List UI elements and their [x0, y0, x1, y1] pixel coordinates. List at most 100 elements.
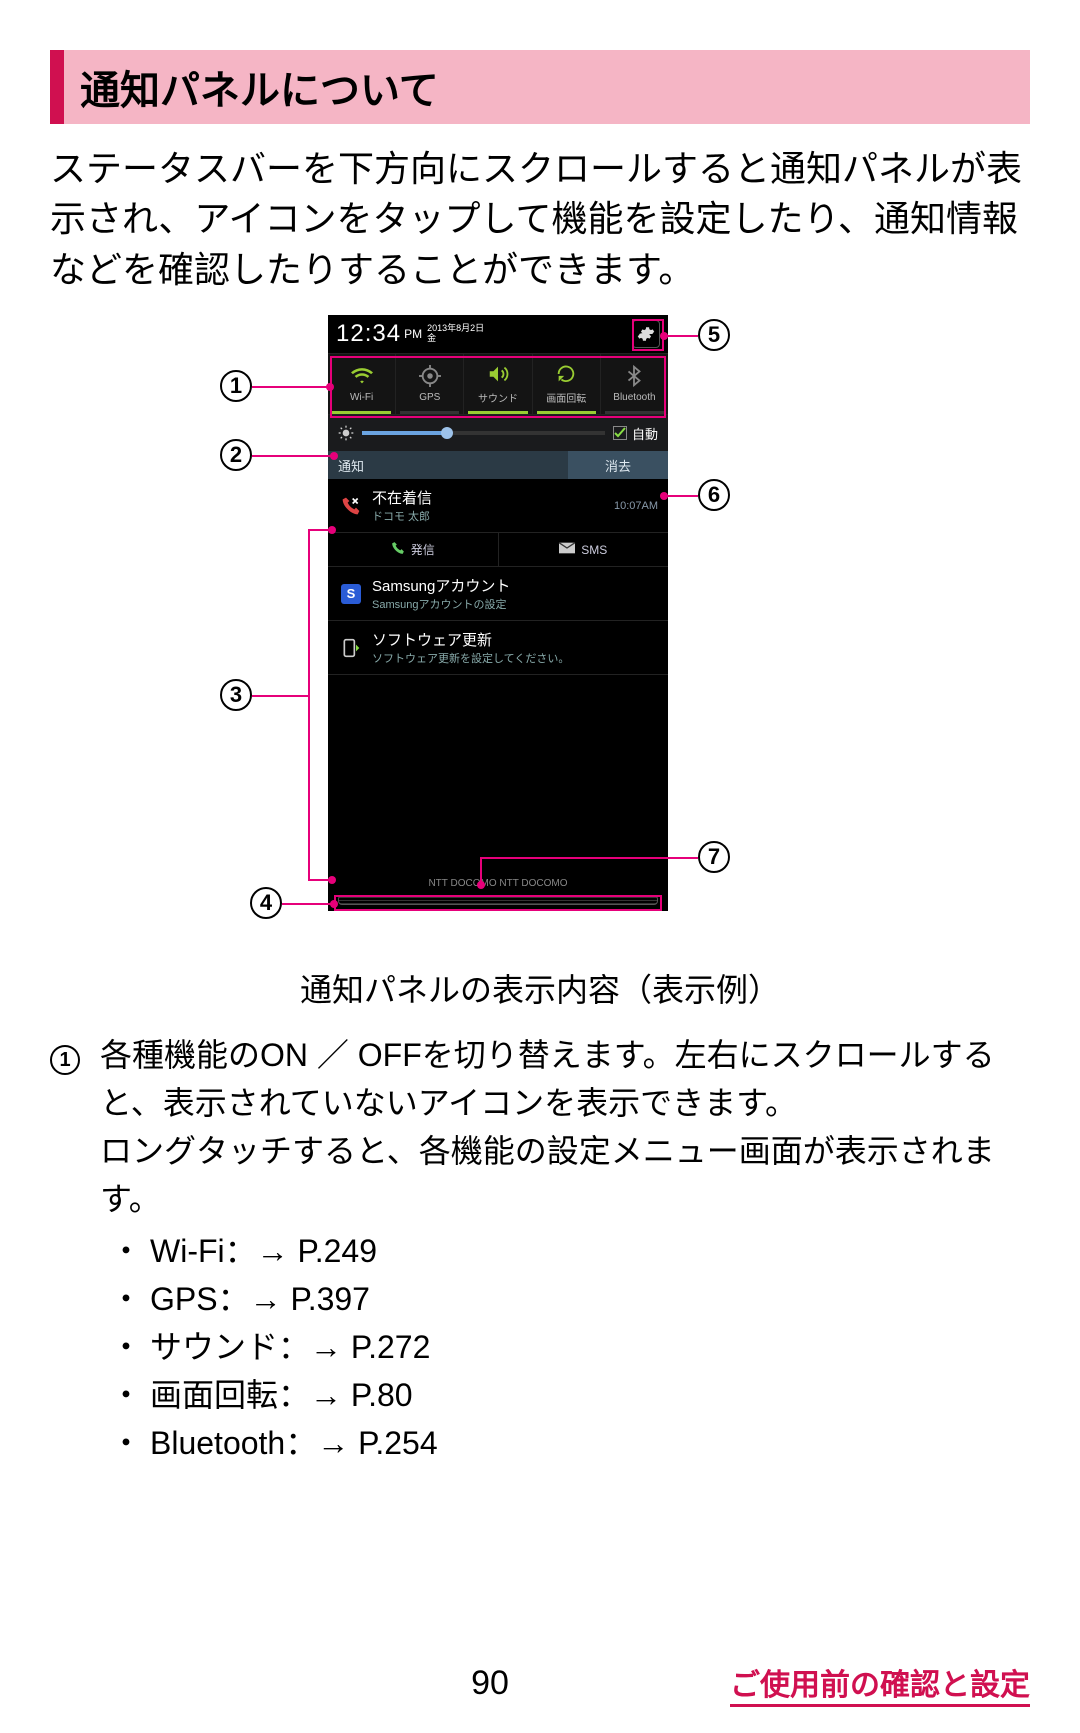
notification-item[interactable]: 不在着信ドコモ 太郎10:07AM: [328, 479, 668, 533]
chapter-label: ご使用前の確認と設定: [730, 1660, 1030, 1707]
gear-icon: [637, 325, 655, 343]
notif-title: ソフトウェア更新: [372, 629, 658, 650]
callout-6: 6: [698, 479, 730, 511]
leader-3-d2: [328, 876, 336, 884]
check-icon: [614, 427, 626, 439]
toggle-bluetooth[interactable]: Bluetooth: [601, 354, 668, 414]
leader-3-t1: [308, 529, 330, 531]
leader-6: [664, 495, 698, 497]
sublist-item: ・Wi-Fi：→ P.249: [110, 1227, 1030, 1275]
notif-action-label: SMS: [581, 543, 607, 557]
leader-3-v: [308, 529, 310, 879]
section-header: 通知パネルについて: [50, 50, 1030, 124]
description-list: 1 各種機能のON ／ OFFを切り替えます。左右にスクロールすると、表示されて…: [50, 1031, 1030, 1467]
intro-text: ステータスバーを下方向にスクロールすると通知パネルが表示され、アイコンをタップし…: [50, 144, 1030, 295]
callout-4: 4: [250, 887, 282, 919]
settings-button[interactable]: [632, 320, 660, 348]
callout-2: 2: [220, 439, 252, 471]
leader-6-dot: [660, 492, 668, 500]
desc-body-1: 各種機能のON ／ OFFを切り替えます。左右にスクロールすると、表示されていな…: [100, 1031, 1030, 1223]
figure-area: 12:34 PM 2013年8月2日金 Wi-Fi GPS サウンド 画面回転 Blue…: [50, 315, 1030, 1015]
toggle-rotate[interactable]: 画面回転: [533, 354, 601, 414]
leader-2: [252, 455, 332, 457]
wifi-icon: [351, 365, 373, 390]
auto-brightness-checkbox[interactable]: [613, 426, 627, 440]
clock-time: 12:34: [336, 320, 401, 348]
page-footer: 90 ご使用前の確認と設定: [0, 1660, 1080, 1707]
sublist-item: ・サウンド：→ P.272: [110, 1323, 1030, 1371]
clear-button[interactable]: 消去: [568, 451, 668, 479]
notif-title: 不在着信: [372, 487, 614, 508]
drag-handle[interactable]: [338, 895, 658, 905]
sublist-text: Wi-Fi：→ P.249: [150, 1227, 377, 1275]
phone-icon: [391, 541, 405, 558]
notif-action-label: 発信: [411, 541, 435, 558]
rotate-icon: [555, 363, 577, 388]
phone-screenshot: 12:34 PM 2013年8月2日金 Wi-Fi GPS サウンド 画面回転 Blue…: [328, 315, 668, 911]
status-date: 2013年8月2日金: [427, 324, 484, 344]
brightness-slider[interactable]: [362, 431, 605, 435]
gps-icon: [419, 365, 441, 390]
quick-toggle-row[interactable]: Wi-Fi GPS サウンド 画面回転 Bluetooth: [328, 353, 668, 415]
notif-action-phone[interactable]: 発信: [328, 533, 499, 566]
notif-time: 10:07AM: [614, 500, 658, 512]
callout-5: 5: [698, 319, 730, 351]
notif-title: Samsungアカウント: [372, 575, 658, 596]
leader-7-h: [480, 857, 698, 859]
leader-1: [252, 386, 330, 388]
update-icon: [338, 638, 364, 658]
notif-action-sms[interactable]: SMS: [499, 533, 669, 566]
auto-brightness-label: 自動: [632, 424, 658, 443]
leader-4-dot: [330, 900, 338, 908]
leader-3-h: [252, 695, 310, 697]
toggle-wifi[interactable]: Wi-Fi: [328, 354, 396, 414]
notification-header: 通知 消去: [328, 451, 668, 479]
notification-item[interactable]: ソフトウェア更新ソフトウェア更新を設定してください。: [328, 621, 668, 675]
leader-5-dot: [660, 332, 668, 340]
toggle-label: サウンド: [478, 390, 518, 405]
notification-list: 不在着信ドコモ 太郎10:07AM 発信 SMS S SamsungアカウントSamsu…: [328, 479, 668, 675]
samsung-icon: S: [338, 584, 364, 604]
sound-icon: [487, 363, 509, 388]
sublist-item: ・画面回転：→ P.80: [110, 1371, 1030, 1419]
callout-3: 3: [220, 679, 252, 711]
toggle-sound[interactable]: サウンド: [464, 354, 532, 414]
sublist-text: GPS：→ P.397: [150, 1275, 370, 1323]
desc-item-1: 1 各種機能のON ／ OFFを切り替えます。左右にスクロールすると、表示されて…: [50, 1031, 1030, 1223]
sublist-item: ・GPS：→ P.397: [110, 1275, 1030, 1323]
callout-1: 1: [220, 370, 252, 402]
brightness-row[interactable]: 自動: [328, 415, 668, 451]
notification-tab-label: 通知: [328, 451, 568, 479]
bluetooth-icon: [623, 365, 645, 390]
clock-ampm: PM: [404, 327, 422, 341]
section-title: 通知パネルについて: [80, 58, 1014, 116]
sublist-text: Bluetooth：→ P.254: [150, 1419, 438, 1467]
toggle-label: Bluetooth: [613, 392, 655, 403]
notif-subtitle: ソフトウェア更新を設定してください。: [372, 650, 658, 666]
leader-3-t2: [308, 879, 330, 881]
leader-4: [282, 903, 332, 905]
carrier-label: NTT DOCOMO NTT DOCOMO: [328, 878, 668, 889]
status-bar: 12:34 PM 2013年8月2日金: [328, 315, 668, 353]
toggle-gps[interactable]: GPS: [396, 354, 464, 414]
leader-2-dot: [330, 452, 338, 460]
leader-7-dot: [477, 881, 485, 889]
sms-icon: [559, 542, 575, 557]
brightness-icon: [338, 425, 354, 441]
sublist-text: 画面回転：→ P.80: [150, 1371, 413, 1419]
page-number: 90: [250, 1664, 730, 1703]
callout-7: 7: [698, 841, 730, 873]
toggle-label: Wi-Fi: [350, 392, 373, 403]
leader-3-d1: [328, 526, 336, 534]
toggle-label: GPS: [419, 392, 440, 403]
toggle-label: 画面回転: [546, 390, 586, 405]
desc-sublist: ・Wi-Fi：→ P.249・GPS：→ P.397・サウンド：→ P.272・…: [110, 1227, 1030, 1467]
leader-7-v: [480, 857, 482, 883]
missed-call-icon: [338, 496, 364, 516]
leader-5: [664, 335, 698, 337]
desc-marker-1: 1: [50, 1045, 80, 1075]
notif-subtitle: Samsungアカウントの設定: [372, 596, 658, 612]
sublist-item: ・Bluetooth：→ P.254: [110, 1419, 1030, 1467]
leader-1-dot: [326, 383, 334, 391]
notification-item[interactable]: S SamsungアカウントSamsungアカウントの設定: [328, 567, 668, 621]
